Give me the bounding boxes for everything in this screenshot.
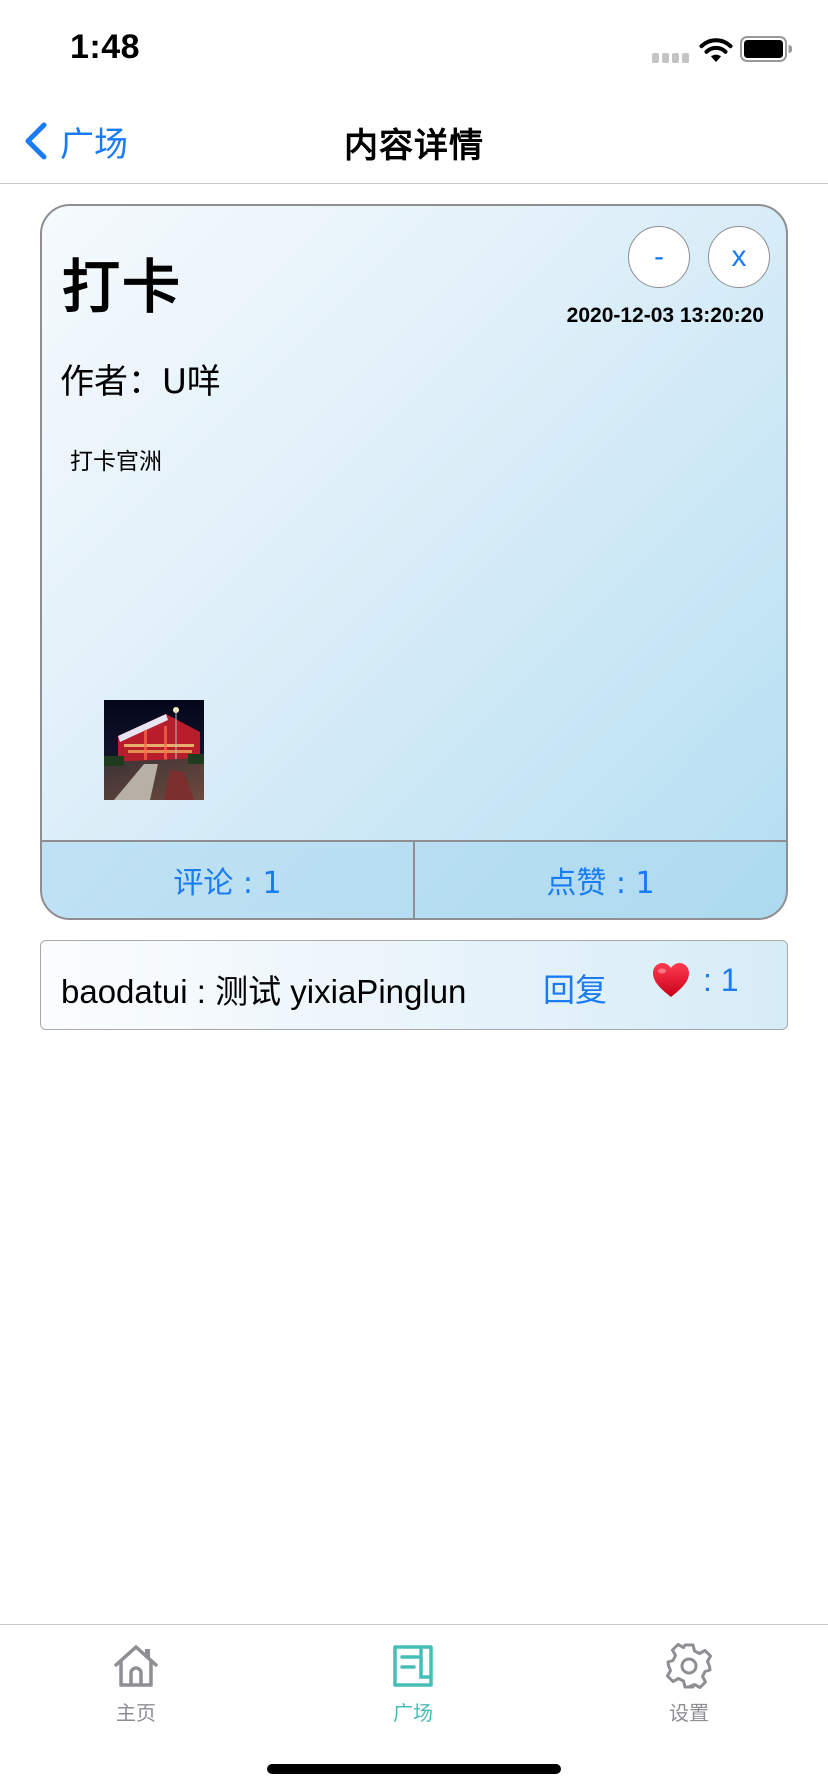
- post-timestamp: 2020-12-03 13:20:20: [566, 304, 764, 327]
- wifi-icon: [699, 38, 733, 62]
- navigation-bar: 广场 内容详情: [0, 100, 828, 184]
- heart-icon: [653, 963, 689, 997]
- comment-like-button[interactable]: : 1: [651, 961, 739, 999]
- tab-settings-label: 设置: [669, 1701, 709, 1725]
- post-card-footer: 评论 : 1 点赞 : 1: [42, 840, 786, 918]
- post-author: 作者：U咩: [60, 362, 221, 402]
- comments-button[interactable]: 评论 : 1: [42, 842, 413, 918]
- comment-row: baodatui : 测试 yixiaPinglun 回复 : 1: [40, 940, 788, 1030]
- comment-text: baodatui : 测试 yixiaPinglun: [61, 973, 467, 1010]
- page-title: 内容详情: [344, 126, 484, 166]
- gear-icon: [666, 1643, 712, 1689]
- post-photo-thumbnail[interactable]: [104, 700, 204, 800]
- status-time: 1:48: [70, 28, 141, 66]
- post-body-text: 打卡官洲: [70, 449, 162, 475]
- tab-square-label: 广场: [393, 1701, 433, 1725]
- close-button[interactable]: x: [708, 226, 770, 288]
- status-bar: 1:48: [0, 0, 828, 100]
- post-card: 打卡 - x 2020-12-03 13:20:20 作者：U咩 打卡官洲 评论…: [40, 204, 788, 920]
- tab-square[interactable]: 广场: [353, 1641, 473, 1726]
- tab-home[interactable]: 主页: [76, 1641, 196, 1726]
- reply-button[interactable]: 回复: [543, 965, 607, 1011]
- minus-button[interactable]: -: [628, 226, 690, 288]
- night-building-photo: [104, 700, 204, 800]
- square-icon: [393, 1645, 433, 1687]
- home-icon: [114, 1645, 158, 1687]
- battery-icon: [740, 36, 792, 62]
- likes-button[interactable]: 点赞 : 1: [415, 842, 786, 918]
- tab-home-label: 主页: [116, 1701, 156, 1725]
- post-title: 打卡: [62, 253, 183, 321]
- comment-like-count: : 1: [703, 961, 739, 998]
- cellular-signal-icon: [652, 53, 690, 63]
- home-indicator[interactable]: [267, 1764, 561, 1774]
- tab-settings[interactable]: 设置: [629, 1641, 749, 1726]
